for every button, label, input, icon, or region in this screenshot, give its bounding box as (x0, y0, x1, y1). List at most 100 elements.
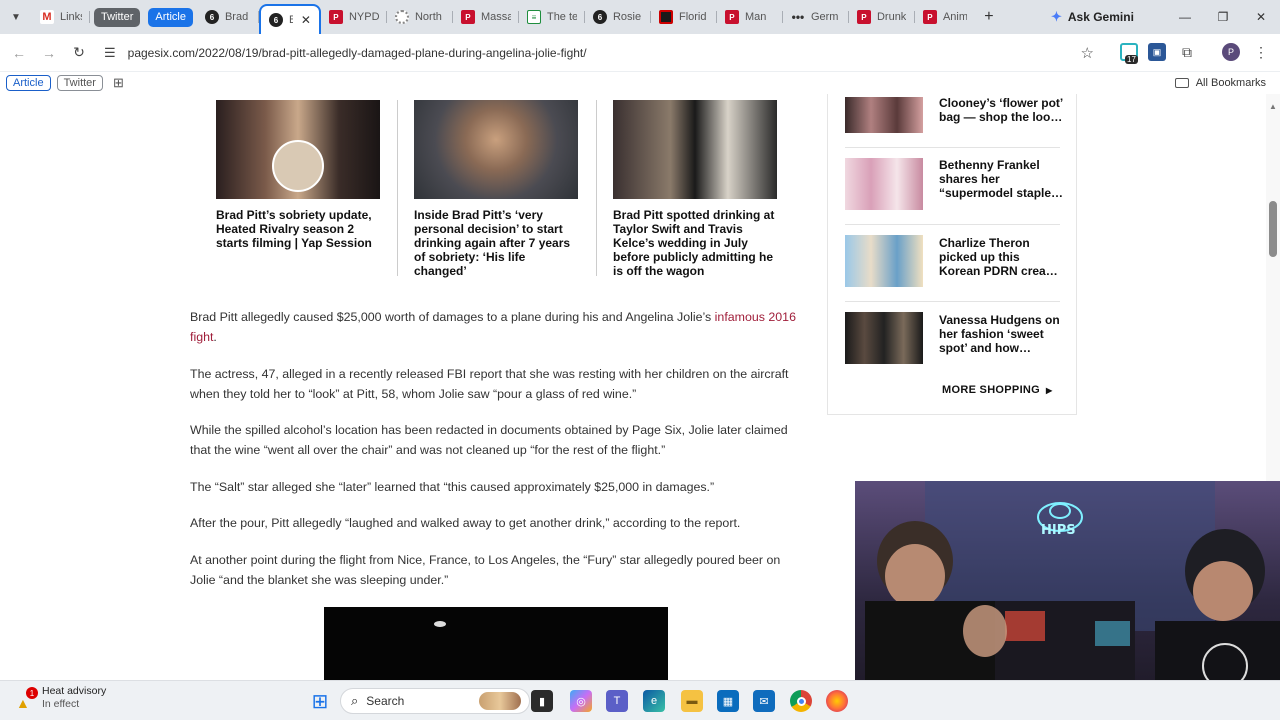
ask-gemini-button[interactable]: ✦ Ask Gemini (1051, 9, 1134, 25)
article-paragraph: The actress, 47, alleged in a recently r… (190, 366, 789, 401)
close-window-icon[interactable]: ✕ (1242, 0, 1280, 34)
shopping-item-image[interactable] (845, 312, 923, 364)
tab-group-article[interactable]: Article (148, 7, 193, 27)
shopping-item-title[interactable]: Clooney’s ‘flower pot’ bag — shop the lo… (939, 96, 1064, 124)
new-tab-button[interactable]: + (975, 3, 1003, 31)
forward-button[interactable]: → (34, 38, 64, 68)
tab-the-te[interactable]: ≡ The te (519, 4, 585, 30)
neon-sign: HIPS (1041, 523, 1076, 538)
browser-toolbar: ← → ↻ ☰ pagesix.com/2022/08/19/brad-pitt… (0, 34, 1280, 72)
related-story-image[interactable] (414, 100, 578, 199)
tab-drunk[interactable]: P Drunk (849, 4, 915, 30)
mail-icon[interactable]: ✉ (753, 690, 775, 712)
related-story-title[interactable]: Brad Pitt spotted drinking at Taylor Swi… (613, 208, 778, 278)
article-paragraph: After the pour, Pitt allegedly “laughed … (190, 516, 741, 530)
bookmark-star-icon[interactable]: ☆ (1081, 44, 1094, 62)
tab-anim[interactable]: P Anim (915, 4, 975, 30)
nypost-icon: P (460, 10, 475, 24)
chevron-down-icon: ▼ (11, 11, 21, 23)
weather-title: Heat advisory (42, 685, 107, 697)
teams-icon[interactable]: T (606, 690, 628, 712)
shopping-sidebar: Clooney’s ‘flower pot’ bag — shop the lo… (827, 94, 1077, 415)
heat-warning-icon: ▲ 1 (14, 687, 38, 711)
tab-links[interactable]: M Links (32, 4, 90, 30)
shopping-item-title[interactable]: Bethenny Frankel shares her “supermodel … (939, 158, 1064, 200)
shopping-item-image[interactable] (845, 97, 923, 133)
kebab-menu-icon[interactable]: ⋮ (1252, 43, 1270, 61)
divider (596, 100, 597, 276)
video-frame-highlight (434, 621, 446, 627)
all-bookmarks-button[interactable]: All Bookmarks (1174, 77, 1266, 89)
shopping-item-title[interactable]: Vanessa Hudgens on her fashion ‘sweet sp… (939, 313, 1064, 355)
tab-north[interactable]: North (387, 4, 453, 30)
taskbar-search[interactable]: ⌕ Search (340, 688, 530, 714)
puzzle-extensions-icon[interactable]: ⧉ (1178, 43, 1196, 61)
bookmark-article[interactable]: Article (6, 75, 51, 91)
tab-search-button[interactable]: ▼ (0, 0, 32, 34)
related-story-title[interactable]: Inside Brad Pitt’s ‘very personal decisi… (414, 208, 579, 278)
scroll-up-icon[interactable]: ▲ (1269, 102, 1277, 111)
related-story-title[interactable]: Brad Pitt’s sobriety update, Heated Riva… (216, 208, 381, 250)
tab-nypd[interactable]: P NYPD (321, 4, 387, 30)
reload-button[interactable]: ↻ (64, 38, 94, 68)
back-button[interactable]: ← (4, 38, 34, 68)
restore-icon[interactable]: ❐ (1204, 0, 1242, 34)
nypost-icon: P (922, 10, 937, 24)
chrome-icon[interactable] (790, 690, 812, 712)
pagesix-icon: 6 (204, 10, 219, 24)
scrollbar-thumb[interactable] (1269, 201, 1277, 257)
tab-strip: ▼ M Links Twitter Article 6 Brad 6 B ✕ P… (0, 0, 1280, 34)
doc-icon: ≡ (526, 10, 541, 24)
tab-massa[interactable]: P Massa (453, 4, 519, 30)
article-paragraph: While the spilled alcohol’s location has… (190, 423, 788, 457)
tab-list: M Links Twitter Article 6 Brad 6 B ✕ P N… (32, 0, 1003, 34)
related-story-1[interactable]: Brad Pitt’s sobriety update, Heated Riva… (216, 100, 381, 250)
file-explorer-dark-icon[interactable]: ▮ (531, 690, 553, 712)
tab-group-twitter[interactable]: Twitter (94, 7, 141, 27)
extension-square-icon[interactable]: ▣ (1148, 43, 1166, 61)
bookmark-twitter[interactable]: Twitter (56, 75, 103, 91)
nypost-icon: P (856, 10, 871, 24)
more-shopping-link[interactable]: MORE SHOPPING ▶ (942, 384, 1052, 396)
gemini-sparkle-icon: ✦ (1050, 9, 1062, 24)
florida-icon (658, 10, 673, 24)
tab-germ[interactable]: ••• Germ (783, 4, 849, 30)
weather-widget[interactable]: ▲ 1 Heat advisory In effect (14, 685, 106, 711)
related-story-image[interactable] (613, 100, 777, 199)
gmail-icon: M (40, 10, 54, 24)
related-story-image[interactable] (216, 100, 380, 199)
edge-icon[interactable]: e (643, 690, 665, 712)
reload-icon: ↻ (73, 44, 85, 60)
apps-grid-icon[interactable]: ⊞ (113, 75, 124, 91)
tab-active-article[interactable]: 6 B ✕ (258, 4, 321, 34)
article-body: Brad Pitt allegedly caused $25,000 worth… (190, 307, 805, 606)
dots-icon: ••• (791, 10, 805, 24)
bookmarks-bar: Article Twitter ⊞ All Bookmarks (0, 72, 1280, 94)
shopping-item-image[interactable] (845, 235, 923, 287)
tab-florid[interactable]: Florid (651, 4, 717, 30)
minimize-icon[interactable]: — (1166, 0, 1204, 34)
shopping-item-title[interactable]: Charlize Theron picked up this Korean PD… (939, 236, 1064, 278)
shopping-item-image[interactable] (845, 158, 923, 210)
site-info-icon[interactable]: ☰ (104, 45, 116, 61)
article-paragraph: Brad Pitt allegedly caused $25,000 worth… (190, 310, 796, 344)
address-bar[interactable]: ☰ pagesix.com/2022/08/19/brad-pitt-alleg… (104, 39, 1094, 67)
related-story-3[interactable]: Brad Pitt spotted drinking at Taylor Swi… (613, 100, 778, 278)
copilot-icon[interactable]: ◎ (570, 690, 592, 712)
tab-rosie[interactable]: 6 Rosie (585, 4, 651, 30)
url-text[interactable]: pagesix.com/2022/08/19/brad-pitt-alleged… (128, 46, 587, 60)
divider (845, 224, 1060, 225)
store-icon[interactable]: ▦ (717, 690, 739, 712)
profile-avatar[interactable]: P (1222, 43, 1240, 61)
firefox-icon[interactable] (826, 690, 848, 712)
search-highlight-image (479, 692, 521, 710)
windows-start-icon[interactable]: ⊞ (309, 690, 331, 713)
related-story-2[interactable]: Inside Brad Pitt’s ‘very personal decisi… (414, 100, 579, 278)
folder-icon (1174, 78, 1189, 88)
video-player[interactable] (324, 607, 668, 680)
close-tab-icon[interactable]: ✕ (301, 13, 311, 27)
tab-man[interactable]: P Man (717, 4, 783, 30)
folder-icon[interactable]: ▬ (681, 690, 703, 712)
tab-brad[interactable]: 6 Brad (197, 4, 259, 30)
article-paragraph: At another point during the flight from … (190, 552, 781, 587)
